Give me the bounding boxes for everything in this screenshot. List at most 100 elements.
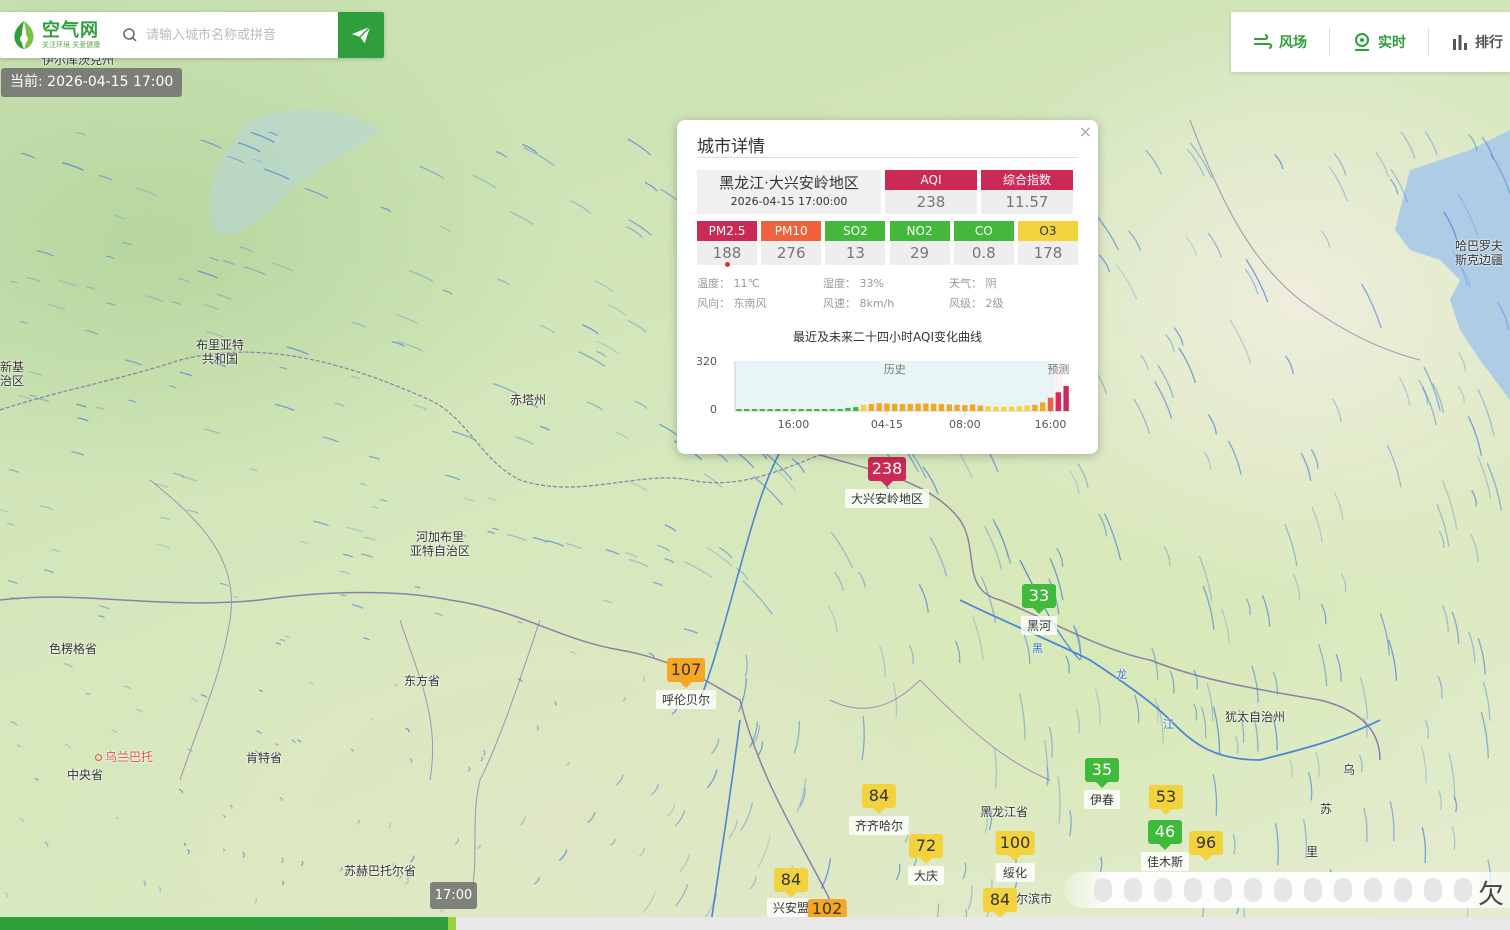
- wind-streamline: [85, 285, 96, 290]
- aqi-badge[interactable]: 72: [908, 834, 943, 864]
- close-icon[interactable]: ×: [1079, 122, 1092, 141]
- wind-streamline: [216, 293, 232, 300]
- wind-streamline: [1207, 413, 1218, 435]
- realtime-button[interactable]: 实时: [1330, 12, 1406, 72]
- wind-field-button[interactable]: 风场: [1231, 12, 1307, 72]
- wind-streamline: [96, 406, 105, 411]
- wind-streamline: [674, 810, 686, 827]
- wind-streamline: [497, 278, 510, 286]
- wind-streamline: [419, 165, 444, 179]
- aqi-badge[interactable]: 102: [807, 899, 847, 925]
- chart-bar: [743, 409, 750, 411]
- wind-streamline: [569, 650, 577, 655]
- timeline-handle[interactable]: [448, 917, 456, 930]
- wind-streamline: [1386, 444, 1402, 488]
- city-info-box: 黑龙江·大兴安岭地区 2026-04-15 17:00:00: [697, 170, 881, 214]
- city-marker[interactable]: 46 佳木斯: [1140, 820, 1190, 871]
- wind-streamline: [1363, 717, 1368, 738]
- wind-streamline: [414, 404, 428, 411]
- city-marker[interactable]: 84 齐齐哈尔: [848, 784, 910, 835]
- logo[interactable]: 空气网 关注环境 关爱健康: [0, 12, 114, 58]
- map-label-river-long: 龙: [1116, 668, 1127, 681]
- wind-streamline: [1375, 152, 1390, 178]
- wind-streamline: [566, 542, 583, 550]
- aqi-badge[interactable]: 100: [995, 831, 1035, 861]
- wind-streamline: [1212, 706, 1221, 754]
- city-marker[interactable]: 102: [807, 899, 847, 925]
- wind-streamline: [208, 256, 219, 262]
- city-marker[interactable]: 96: [1189, 831, 1223, 861]
- wind-streamline: [1467, 416, 1483, 456]
- wind-streamline: [0, 509, 10, 514]
- wind-streamline: [967, 885, 973, 910]
- wind-streamline: [1193, 669, 1199, 690]
- aqi-badge[interactable]: 84: [861, 784, 896, 814]
- aqi-badge[interactable]: 84: [983, 888, 1017, 918]
- city-name: 佳木斯: [1140, 852, 1190, 871]
- wind-streamline: [1229, 319, 1252, 365]
- wind-streamline: [61, 161, 84, 171]
- capital-dot-icon: [95, 754, 102, 761]
- aqi-badge[interactable]: 53: [1149, 785, 1183, 815]
- wind-streamline: [342, 553, 354, 558]
- aqi-badge[interactable]: 35: [1084, 758, 1119, 788]
- wind-streamline: [1300, 452, 1312, 482]
- aqi-badge[interactable]: 33: [1021, 584, 1056, 614]
- wind-streamline: [879, 645, 886, 678]
- timeline-bar[interactable]: [0, 917, 1510, 930]
- city-marker[interactable]: 53: [1149, 785, 1183, 815]
- wind-streamline: [5, 892, 9, 898]
- chart-bar: [923, 403, 929, 411]
- wind-streamline: [558, 849, 568, 861]
- aqi-label: AQI: [885, 170, 977, 190]
- city-marker[interactable]: 35 伊春: [1083, 758, 1121, 809]
- wind-streamline: [1134, 694, 1140, 724]
- wind-streamline: [172, 301, 182, 306]
- aqi-badge[interactable]: 107: [666, 658, 706, 688]
- wind-streamline: [536, 725, 539, 732]
- city-marker[interactable]: 100 绥化: [995, 831, 1035, 882]
- city-marker[interactable]: 33 黑河: [1020, 584, 1058, 635]
- wind-streamline: [10, 721, 18, 726]
- composite-index-metric: 综合指数 11.57: [981, 170, 1073, 214]
- wind-streamline: [1048, 726, 1053, 758]
- aqi-badge[interactable]: 46: [1147, 820, 1182, 850]
- wind-streamline: [602, 599, 613, 604]
- wind-streamline: [1333, 492, 1344, 521]
- wind-streamline: [1424, 719, 1430, 739]
- aqi-badge[interactable]: 96: [1189, 831, 1223, 861]
- aqi-chart-svg: 历史 预测 320 0 16:00 04-15 08:00 16:00: [696, 355, 1070, 431]
- wind-streamline: [1389, 178, 1399, 195]
- wind-streamline: [744, 654, 748, 678]
- city-marker[interactable]: 238 大兴安岭地区: [844, 457, 930, 508]
- chart-bar: [814, 409, 820, 411]
- aqi-badge[interactable]: 238: [867, 457, 907, 487]
- wind-streamline: [7, 579, 18, 585]
- wind-streamline: [304, 187, 329, 199]
- ranking-button[interactable]: 排行: [1429, 12, 1503, 72]
- chart-bar: [837, 409, 843, 411]
- wind-streamline: [918, 583, 929, 613]
- paper-plane-icon: [351, 26, 371, 44]
- search-input[interactable]: [146, 20, 338, 50]
- wind-streamline: [820, 858, 831, 889]
- city-marker[interactable]: 84: [983, 888, 1017, 918]
- wind-streamline: [1274, 153, 1284, 170]
- chart-bar: [736, 409, 742, 411]
- search-button[interactable]: [338, 12, 384, 58]
- wind-streamline: [1056, 547, 1064, 567]
- city-marker[interactable]: 72 大庆: [907, 834, 945, 885]
- chart-bar: [806, 409, 812, 411]
- city-marker[interactable]: 107 呼伦贝尔: [655, 658, 717, 709]
- wind-streamline: [1379, 612, 1390, 656]
- chart-bar: [977, 405, 984, 411]
- chart-bar: [1032, 404, 1038, 411]
- wind-streamline: [519, 816, 526, 826]
- aqi-badge[interactable]: 84: [773, 868, 808, 898]
- wind-streamline: [380, 206, 392, 213]
- wind-streamline: [410, 855, 415, 863]
- wind-streamline: [642, 891, 656, 913]
- map-label-buryatia: 布里亚特 共和国: [196, 338, 245, 366]
- wind-streamline: [98, 615, 105, 619]
- wind-streamline: [648, 652, 655, 658]
